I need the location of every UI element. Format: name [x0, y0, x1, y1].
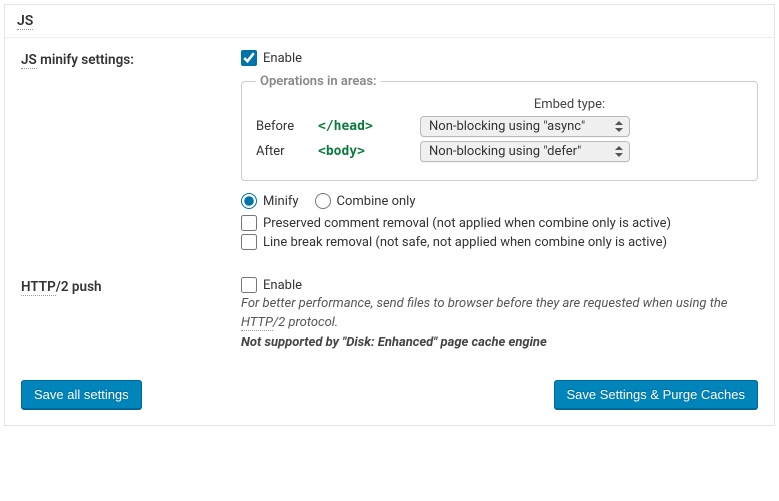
minify-radio[interactable] [241, 193, 257, 209]
ops-row-after: After <body> Non-blocking using "defer" [256, 141, 743, 162]
js-minify-content: Enable Operations in areas: Embed type: … [241, 50, 758, 253]
embed-type-after-select[interactable]: Non-blocking using "defer" [420, 141, 630, 162]
panel-header: JS [5, 5, 774, 38]
row-js-minify: JS minify settings: Enable Operations in… [21, 50, 758, 253]
enable-http2-checkbox[interactable] [241, 277, 257, 293]
operations-legend: Operations in areas: [256, 74, 381, 89]
row-http2-push: HTTP/2 push Enable For better performanc… [21, 277, 758, 350]
enable-js-minify-row: Enable [241, 50, 758, 66]
preserved-comment-checkbox[interactable] [241, 215, 257, 231]
js-settings-panel: JS JS minify settings: Enable Operations… [4, 4, 775, 426]
http2-description: For better performance, send files to br… [241, 295, 758, 333]
panel-body: JS minify settings: Enable Operations in… [5, 38, 774, 425]
panel-title: JS [17, 13, 33, 30]
enable-js-minify-checkbox[interactable] [241, 50, 257, 66]
save-purge-caches-button[interactable]: Save Settings & Purge Caches [554, 380, 759, 409]
js-minify-label: JS minify settings: [21, 50, 241, 68]
button-row: Save all settings Save Settings & Purge … [21, 380, 758, 409]
http2-push-label: HTTP/2 push [21, 277, 241, 295]
http2-push-content: Enable For better performance, send file… [241, 277, 758, 350]
enable-http2-label: Enable [263, 278, 302, 293]
preserved-comment-label: Preserved comment removal (not applied w… [263, 216, 671, 231]
combine-only-radio-label: Combine only [337, 194, 416, 209]
operations-fieldset: Operations in areas: Embed type: Before … [241, 74, 758, 181]
save-all-settings-button[interactable]: Save all settings [21, 380, 142, 409]
mode-radio-row: Minify Combine only [241, 193, 758, 209]
minify-radio-label: Minify [263, 194, 299, 209]
http2-note: Not supported by "Disk: Enhanced" page c… [241, 335, 758, 350]
ops-row-before: Before </head> Non-blocking using "async… [256, 116, 743, 137]
line-break-checkbox[interactable] [241, 234, 257, 250]
line-break-row: Line break removal (not safe, not applie… [241, 234, 758, 250]
enable-http2-row: Enable [241, 277, 758, 293]
preserved-comment-row: Preserved comment removal (not applied w… [241, 215, 758, 231]
ops-before-label: Before [256, 119, 306, 134]
ops-after-tag: <body> [318, 144, 408, 159]
ops-after-label: After [256, 144, 306, 159]
embed-type-header: Embed type: [256, 97, 743, 112]
enable-js-minify-label: Enable [263, 51, 302, 66]
embed-type-before-select[interactable]: Non-blocking using "async" [420, 116, 630, 137]
ops-before-tag: </head> [318, 119, 408, 134]
combine-only-radio[interactable] [315, 193, 331, 209]
line-break-label: Line break removal (not safe, not applie… [263, 235, 667, 250]
